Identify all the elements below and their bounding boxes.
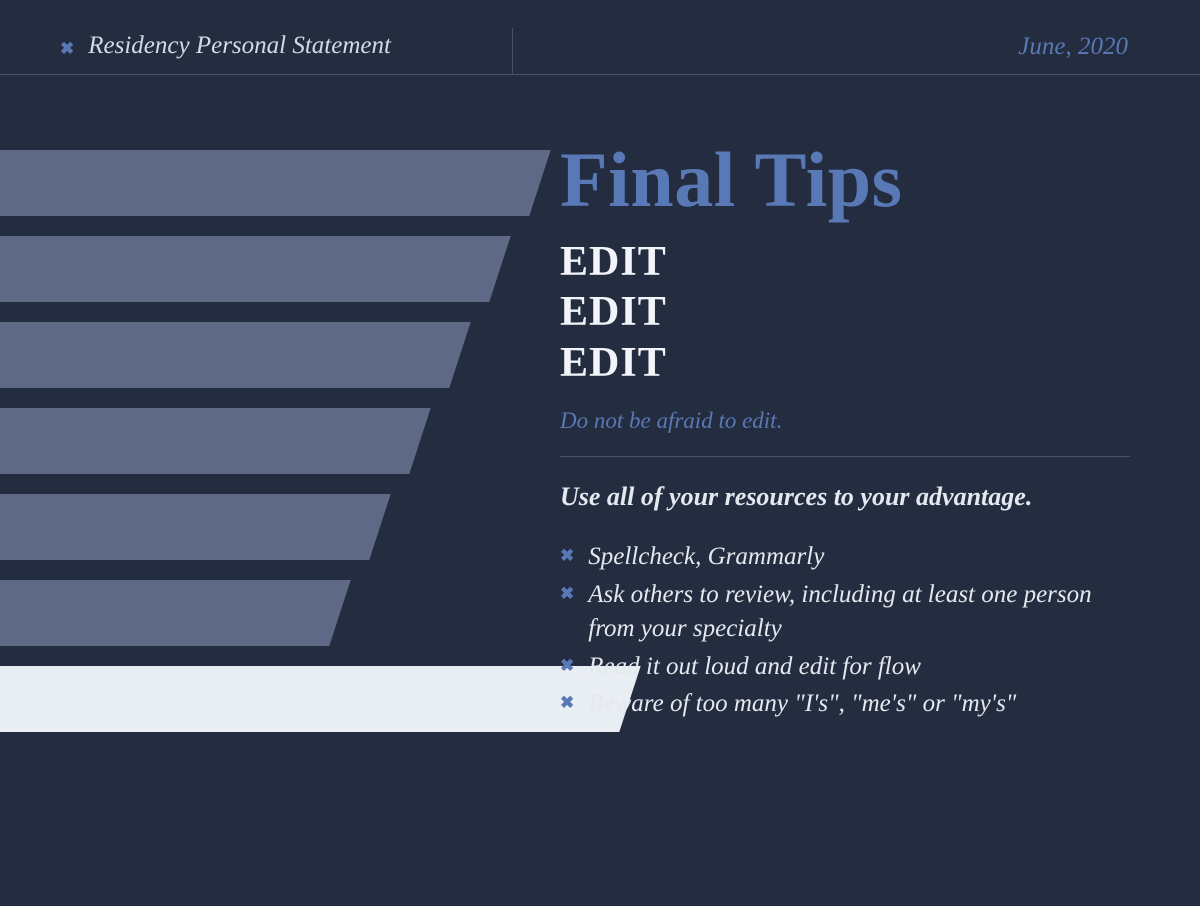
edit-note: Do not be afraid to edit.	[560, 408, 1130, 434]
header-tick	[512, 28, 513, 74]
funnel-bar	[0, 322, 471, 388]
slide-title: Residency Personal Statement	[88, 32, 391, 60]
x-icon: ✖	[560, 546, 574, 574]
list-item: ✖ Spellcheck, Grammarly	[560, 540, 1130, 574]
list-item-text: Beware of too many "I's", "me's" or "my'…	[588, 687, 1016, 721]
section-divider	[560, 456, 1130, 457]
funnel-bar	[0, 236, 511, 302]
edit-line: EDIT	[560, 287, 1130, 337]
edit-line: EDIT	[560, 237, 1130, 287]
slide-date: June, 2020	[1018, 33, 1128, 61]
funnel-bar	[0, 494, 391, 560]
list-item: ✖ Ask others to review, including at lea…	[560, 578, 1130, 646]
list-item: ✖ Read it out loud and edit for flow	[560, 650, 1130, 684]
header-left: ✖ Residency Personal Statement	[60, 32, 391, 60]
main-heading: Final Tips	[560, 135, 1130, 225]
edit-block: EDIT EDIT EDIT	[560, 237, 1130, 388]
edit-line: EDIT	[560, 338, 1130, 388]
funnel-bar-highlight	[0, 666, 641, 732]
list-item-text: Read it out loud and edit for flow	[588, 650, 921, 684]
bullet-list: ✖ Spellcheck, Grammarly ✖ Ask others to …	[560, 540, 1130, 721]
funnel-bar	[0, 408, 431, 474]
slide-header: ✖ Residency Personal Statement June, 202…	[0, 22, 1200, 70]
x-icon: ✖	[60, 40, 74, 57]
content-column: Final Tips EDIT EDIT EDIT Do not be afra…	[560, 135, 1130, 725]
lead-text: Use all of your resources to your advant…	[560, 479, 1130, 514]
list-item: ✖ Beware of too many "I's", "me's" or "m…	[560, 687, 1130, 721]
x-icon: ✖	[560, 656, 574, 684]
funnel-graphic	[0, 150, 540, 752]
list-item-text: Spellcheck, Grammarly	[588, 540, 824, 574]
x-icon: ✖	[560, 584, 574, 646]
list-item-text: Ask others to review, including at least…	[588, 578, 1130, 646]
header-divider	[0, 74, 1200, 75]
x-icon: ✖	[560, 693, 574, 721]
funnel-bar	[0, 150, 551, 216]
funnel-bar	[0, 580, 351, 646]
